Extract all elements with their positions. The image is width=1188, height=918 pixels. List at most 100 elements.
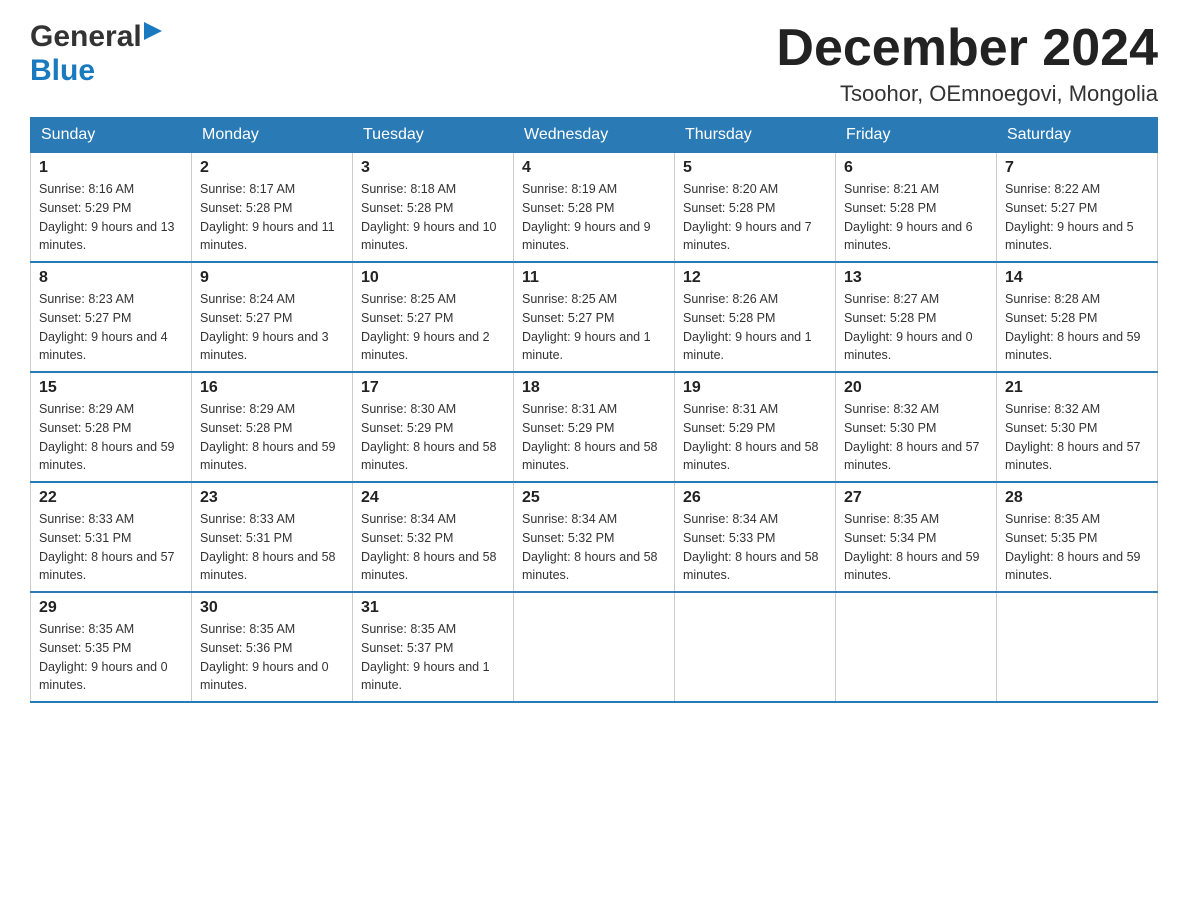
day-info: Sunrise: 8:27 AMSunset: 5:28 PMDaylight:… [844,290,988,365]
day-number: 6 [844,159,988,177]
day-info: Sunrise: 8:18 AMSunset: 5:28 PMDaylight:… [361,180,505,255]
day-info: Sunrise: 8:28 AMSunset: 5:28 PMDaylight:… [1005,290,1149,365]
page-header: General Blue December 2024 Tsoohor, OEmn… [30,20,1158,107]
day-info: Sunrise: 8:21 AMSunset: 5:28 PMDaylight:… [844,180,988,255]
day-number: 10 [361,269,505,287]
calendar-week-5: 29 Sunrise: 8:35 AMSunset: 5:35 PMDayligh… [31,592,1158,702]
calendar-cell: 29 Sunrise: 8:35 AMSunset: 5:35 PMDayligh… [31,592,192,702]
logo-blue-text: Blue [30,54,95,87]
calendar-cell: 11 Sunrise: 8:25 AMSunset: 5:27 PMDayligh… [514,262,675,372]
day-info: Sunrise: 8:33 AMSunset: 5:31 PMDaylight:… [200,510,344,585]
calendar-week-2: 8 Sunrise: 8:23 AMSunset: 5:27 PMDaylight… [31,262,1158,372]
day-number: 9 [200,269,344,287]
day-number: 8 [39,269,183,287]
day-number: 18 [522,379,666,397]
day-info: Sunrise: 8:19 AMSunset: 5:28 PMDaylight:… [522,180,666,255]
calendar-cell: 21Sunrise: 8:32 AMSunset: 5:30 PMDayligh… [997,372,1158,482]
day-info: Sunrise: 8:22 AMSunset: 5:27 PMDaylight:… [1005,180,1149,255]
title-block: December 2024 Tsoohor, OEmnoegovi, Mongo… [776,20,1158,107]
day-number: 27 [844,489,988,507]
calendar-cell: 28Sunrise: 8:35 AMSunset: 5:35 PMDayligh… [997,482,1158,592]
calendar-cell: 7 Sunrise: 8:22 AMSunset: 5:27 PMDaylight… [997,153,1158,263]
day-number: 3 [361,159,505,177]
day-info: Sunrise: 8:31 AMSunset: 5:29 PMDaylight:… [522,400,666,475]
day-number: 13 [844,269,988,287]
day-number: 25 [522,489,666,507]
day-info: Sunrise: 8:34 AMSunset: 5:32 PMDaylight:… [522,510,666,585]
weekday-header-saturday: Saturday [997,118,1158,153]
day-number: 22 [39,489,183,507]
day-info: Sunrise: 8:34 AMSunset: 5:33 PMDaylight:… [683,510,827,585]
calendar-week-4: 22 Sunrise: 8:33 AMSunset: 5:31 PMDayligh… [31,482,1158,592]
day-info: Sunrise: 8:16 AMSunset: 5:29 PMDaylight:… [39,180,183,255]
day-info: Sunrise: 8:24 AMSunset: 5:27 PMDaylight:… [200,290,344,365]
day-number: 11 [522,269,666,287]
calendar-cell: 9 Sunrise: 8:24 AMSunset: 5:27 PMDaylight… [192,262,353,372]
calendar-table: SundayMondayTuesdayWednesdayThursdayFrid… [30,117,1158,703]
day-info: Sunrise: 8:25 AMSunset: 5:27 PMDaylight:… [522,290,666,365]
calendar-cell: 6 Sunrise: 8:21 AMSunset: 5:28 PMDaylight… [836,153,997,263]
day-number: 20 [844,379,988,397]
weekday-header-tuesday: Tuesday [353,118,514,153]
day-number: 5 [683,159,827,177]
weekday-header-row: SundayMondayTuesdayWednesdayThursdayFrid… [31,118,1158,153]
weekday-header-sunday: Sunday [31,118,192,153]
day-info: Sunrise: 8:31 AMSunset: 5:29 PMDaylight:… [683,400,827,475]
calendar-cell: 14 Sunrise: 8:28 AMSunset: 5:28 PMDayligh… [997,262,1158,372]
day-number: 29 [39,599,183,617]
day-info: Sunrise: 8:26 AMSunset: 5:28 PMDaylight:… [683,290,827,365]
calendar-cell [675,592,836,702]
day-number: 28 [1005,489,1149,507]
weekday-header-wednesday: Wednesday [514,118,675,153]
day-info: Sunrise: 8:35 AMSunset: 5:37 PMDaylight:… [361,620,505,695]
calendar-week-3: 15Sunrise: 8:29 AMSunset: 5:28 PMDayligh… [31,372,1158,482]
calendar-cell: 20 Sunrise: 8:32 AMSunset: 5:30 PMDayligh… [836,372,997,482]
calendar-cell [514,592,675,702]
calendar-cell: 18 Sunrise: 8:31 AMSunset: 5:29 PMDayligh… [514,372,675,482]
day-number: 15 [39,379,183,397]
day-info: Sunrise: 8:35 AMSunset: 5:34 PMDaylight:… [844,510,988,585]
calendar-cell: 23Sunrise: 8:33 AMSunset: 5:31 PMDayligh… [192,482,353,592]
day-number: 12 [683,269,827,287]
calendar-cell: 3 Sunrise: 8:18 AMSunset: 5:28 PMDaylight… [353,153,514,263]
day-number: 21 [1005,379,1149,397]
calendar-cell: 4 Sunrise: 8:19 AMSunset: 5:28 PMDaylight… [514,153,675,263]
calendar-cell [836,592,997,702]
calendar-cell: 15Sunrise: 8:29 AMSunset: 5:28 PMDayligh… [31,372,192,482]
calendar-cell: 19 Sunrise: 8:31 AMSunset: 5:29 PMDayligh… [675,372,836,482]
day-number: 17 [361,379,505,397]
day-info: Sunrise: 8:35 AMSunset: 5:35 PMDaylight:… [39,620,183,695]
day-info: Sunrise: 8:20 AMSunset: 5:28 PMDaylight:… [683,180,827,255]
calendar-subtitle: Tsoohor, OEmnoegovi, Mongolia [776,81,1158,107]
calendar-cell: 2Sunrise: 8:17 AMSunset: 5:28 PMDaylight… [192,153,353,263]
calendar-cell: 17Sunrise: 8:30 AMSunset: 5:29 PMDayligh… [353,372,514,482]
calendar-cell: 10 Sunrise: 8:25 AMSunset: 5:27 PMDayligh… [353,262,514,372]
day-number: 16 [200,379,344,397]
calendar-cell: 24 Sunrise: 8:34 AMSunset: 5:32 PMDayligh… [353,482,514,592]
day-info: Sunrise: 8:25 AMSunset: 5:27 PMDaylight:… [361,290,505,365]
calendar-week-1: 1Sunrise: 8:16 AMSunset: 5:29 PMDaylight… [31,153,1158,263]
logo-arrow-icon [144,22,162,45]
day-number: 7 [1005,159,1149,177]
weekday-header-thursday: Thursday [675,118,836,153]
day-number: 24 [361,489,505,507]
calendar-cell: 5 Sunrise: 8:20 AMSunset: 5:28 PMDaylight… [675,153,836,263]
day-number: 26 [683,489,827,507]
day-info: Sunrise: 8:35 AMSunset: 5:36 PMDaylight:… [200,620,344,695]
day-number: 4 [522,159,666,177]
day-number: 2 [200,159,344,177]
day-info: Sunrise: 8:32 AMSunset: 5:30 PMDaylight:… [844,400,988,475]
day-number: 30 [200,599,344,617]
calendar-title: December 2024 [776,20,1158,77]
calendar-cell: 26 Sunrise: 8:34 AMSunset: 5:33 PMDayligh… [675,482,836,592]
day-info: Sunrise: 8:34 AMSunset: 5:32 PMDaylight:… [361,510,505,585]
day-number: 31 [361,599,505,617]
day-info: Sunrise: 8:23 AMSunset: 5:27 PMDaylight:… [39,290,183,365]
day-number: 19 [683,379,827,397]
calendar-cell: 12 Sunrise: 8:26 AMSunset: 5:28 PMDayligh… [675,262,836,372]
weekday-header-friday: Friday [836,118,997,153]
calendar-cell [997,592,1158,702]
calendar-cell: 22Sunrise: 8:33 AMSunset: 5:31 PMDayligh… [31,482,192,592]
calendar-cell: 16Sunrise: 8:29 AMSunset: 5:28 PMDayligh… [192,372,353,482]
day-number: 14 [1005,269,1149,287]
